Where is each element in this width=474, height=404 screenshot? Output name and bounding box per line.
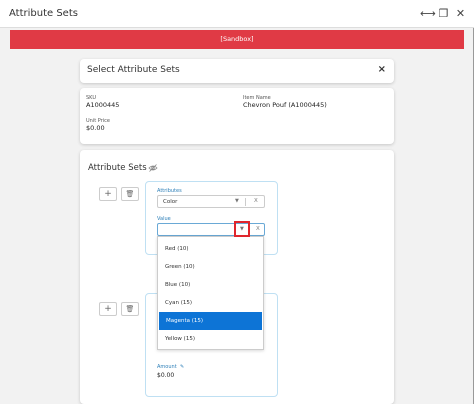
pencil-icon[interactable]: ✎ — [180, 364, 184, 370]
window-title: Attribute Sets — [9, 8, 78, 19]
add-attribute-button[interactable]: + — [99, 302, 117, 316]
unit-price-value: $0.00 — [86, 124, 105, 132]
attributes-selected-value: Color — [163, 199, 178, 205]
sku-value: A1000445 — [86, 101, 120, 109]
item-info-card: SKU A1000445 Item Name Chevron Pouf (A10… — [80, 88, 394, 144]
attributes-select[interactable]: Color ▼ X — [157, 195, 265, 208]
add-attribute-button[interactable]: + — [99, 187, 117, 201]
dropdown-arrow-highlight — [234, 221, 250, 237]
clear-icon[interactable]: X — [256, 226, 260, 232]
dropdown-option[interactable]: Yellow (15) — [158, 330, 263, 348]
amount-label: Amount — [157, 364, 177, 370]
dropdown-option[interactable]: Cyan (15) — [158, 294, 263, 312]
item-name-value: Chevron Pouf (A1000445) — [243, 101, 327, 109]
attributes-label: Attributes — [157, 188, 182, 194]
value-dropdown-menu: Red (10) Green (10) Blue (10) Cyan (15) … — [157, 236, 264, 350]
modal-title: Select Attribute Sets — [87, 65, 180, 75]
dropdown-option[interactable]: Blue (10) — [158, 276, 263, 294]
sandbox-banner: [Sandbox] — [10, 30, 464, 49]
amount-value: $0.00 — [157, 372, 175, 379]
select-attribute-sets-header: Select Attribute Sets × — [80, 59, 394, 83]
clear-icon[interactable]: X — [254, 198, 258, 204]
restore-icon[interactable]: ❐ — [437, 7, 450, 20]
title-bar: Attribute Sets ⟷ ❐ ✕ — [0, 0, 474, 28]
dropdown-option-selected[interactable]: Magenta (15) — [159, 312, 262, 330]
delete-attribute-button[interactable]: 🗑 — [121, 187, 139, 201]
value-label: Value — [157, 216, 171, 222]
chevron-down-icon[interactable]: ▼ — [235, 198, 239, 204]
dropdown-option[interactable]: Red (10) — [158, 240, 263, 258]
close-icon[interactable]: ✕ — [454, 7, 467, 20]
modal-close-button[interactable]: × — [378, 64, 386, 75]
eye-slash-icon[interactable] — [148, 163, 158, 173]
attribute-sets-title: Attribute Sets — [88, 163, 147, 173]
delete-attribute-button[interactable]: 🗑 — [121, 302, 139, 316]
separator — [245, 198, 246, 206]
dropdown-option[interactable]: Green (10) — [158, 258, 263, 276]
resize-icon[interactable]: ⟷ — [420, 7, 436, 20]
attribute-sets-window: Attribute Sets ⟷ ❐ ✕ [Sandbox] Select At… — [0, 0, 474, 404]
